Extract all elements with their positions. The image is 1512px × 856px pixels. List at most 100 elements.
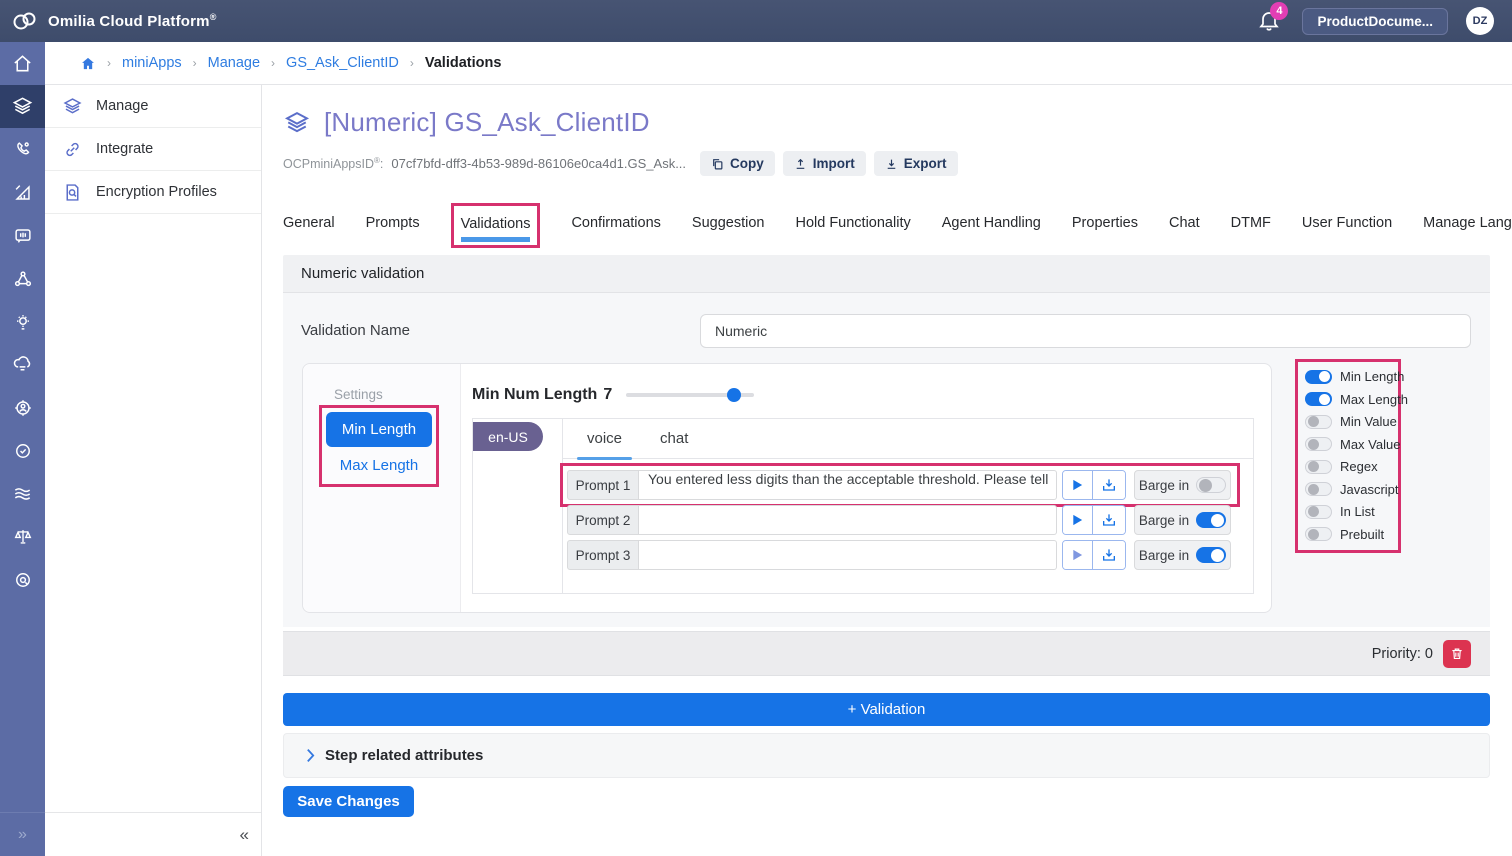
sidebar-flows-icon[interactable] (0, 472, 45, 515)
tab-dtmf[interactable]: DTMF (1231, 203, 1271, 231)
breadcrumb-separator: › (410, 56, 414, 70)
annotation-box-validation-types: Min Length Max Length Min Value Max Valu… (1295, 359, 1401, 553)
sidebar-feedback-icon[interactable] (0, 214, 45, 257)
delete-validation-button[interactable] (1443, 640, 1471, 668)
play-icon (1071, 478, 1084, 492)
breadcrumb-link-manage[interactable]: Manage (208, 55, 260, 71)
barge-in-toggle-2[interactable] (1196, 512, 1226, 528)
sidebar-orchestrator-icon[interactable] (0, 257, 45, 300)
breadcrumb-home-icon[interactable] (80, 56, 96, 71)
in-list-toggle[interactable] (1305, 505, 1332, 519)
sidebar-item-encryption-profiles[interactable]: Encryption Profiles (45, 171, 261, 214)
regex-toggle[interactable] (1305, 460, 1332, 474)
barge-in-toggle-1[interactable] (1196, 477, 1226, 493)
tab-voice[interactable]: voice (587, 419, 622, 459)
download-audio-button[interactable] (1092, 541, 1125, 569)
max-value-toggle[interactable] (1305, 437, 1332, 451)
document-search-icon (62, 182, 83, 203)
min-length-setting-button[interactable]: Min Length (326, 412, 432, 447)
avatar[interactable]: DZ (1466, 7, 1494, 35)
tab-validations[interactable]: Validations (461, 216, 531, 232)
tab-prompts[interactable]: Prompts (366, 203, 420, 231)
max-length-setting-link[interactable]: Max Length (326, 450, 432, 480)
account-button[interactable]: ProductDocume... (1302, 8, 1448, 35)
copy-button[interactable]: Copy (700, 151, 775, 176)
min-num-length-slider[interactable] (626, 388, 754, 402)
sidebar-compliance-scale-icon[interactable] (0, 515, 45, 558)
tab-agent-handling[interactable]: Agent Handling (942, 203, 1041, 231)
barge-in-chip-2: Barge in (1134, 505, 1231, 535)
sidebar-design-icon[interactable] (0, 171, 45, 214)
copy-icon (711, 157, 724, 171)
sidebar-admin-settings-icon[interactable] (0, 386, 45, 429)
breadcrumb-link-miniapp[interactable]: GS_Ask_ClientID (286, 55, 399, 71)
notifications-button[interactable]: 4 (1258, 8, 1284, 34)
prebuilt-toggle[interactable] (1305, 527, 1332, 541)
upload-icon (794, 157, 807, 171)
breadcrumb-separator: › (193, 56, 197, 70)
prompt-3-input[interactable] (639, 540, 1057, 570)
tab-chat[interactable]: Chat (1169, 203, 1200, 231)
barge-in-toggle-3[interactable] (1196, 547, 1226, 563)
save-changes-button[interactable]: Save Changes (283, 786, 414, 817)
javascript-toggle[interactable] (1305, 482, 1332, 496)
step-related-attributes-expander[interactable]: Step related attributes (283, 733, 1490, 778)
omilia-cloud-logo-icon (12, 11, 39, 31)
validation-name-input[interactable] (700, 314, 1471, 348)
prompt-2-audio-actions (1062, 505, 1126, 535)
prompt-1-input[interactable]: You entered less digits than the accepta… (639, 470, 1057, 500)
sidebar-item-manage[interactable]: Manage (45, 85, 261, 128)
export-button[interactable]: Export (874, 151, 958, 176)
main-content: [Numeric] GS_Ask_ClientID OCPminiAppsID®… (262, 85, 1512, 856)
download-audio-button[interactable] (1092, 471, 1125, 499)
layers-icon (62, 96, 83, 117)
breadcrumb-link-miniapps[interactable]: miniApps (122, 55, 182, 71)
tab-general[interactable]: General (283, 203, 335, 231)
download-audio-button[interactable] (1092, 506, 1125, 534)
tab-validations-annotated[interactable]: Validations (451, 203, 541, 248)
prompt-2-input[interactable] (639, 505, 1057, 535)
min-length-toggle[interactable] (1305, 370, 1332, 384)
sidebar-item-integrate[interactable]: Integrate (45, 128, 261, 171)
sidebar-cloud-services-icon[interactable] (0, 343, 45, 386)
miniapps-id-value: 07cf7bfd-dff3-4b53-989d-86106e0ca4d1.GS_… (391, 156, 686, 171)
slider-handle[interactable] (727, 388, 741, 402)
tab-properties[interactable]: Properties (1072, 203, 1138, 231)
brand-title: Omilia Cloud Platform® (48, 12, 217, 30)
tab-hold-functionality[interactable]: Hold Functionality (795, 203, 910, 231)
min-num-length-label: Min Num Length (472, 386, 597, 404)
sidebar-item-label: Encryption Profiles (96, 184, 217, 200)
tab-user-function[interactable]: User Function (1302, 203, 1392, 231)
import-button[interactable]: Import (783, 151, 866, 176)
prompt-row-1: Prompt 1 You entered less digits than th… (567, 470, 1231, 500)
sidebar-support-icon[interactable] (0, 558, 45, 601)
sidebar-expand-button[interactable]: » (0, 812, 45, 856)
max-length-toggle[interactable] (1305, 392, 1332, 406)
tab-chat-channel[interactable]: chat (660, 419, 688, 459)
locale-tab-en-us[interactable]: en-US (473, 422, 543, 451)
sidebar-collapse-button[interactable]: « (45, 812, 261, 856)
locale-column: en-US (473, 419, 563, 593)
toggle-row-javascript: Javascript (1305, 482, 1392, 497)
play-button[interactable] (1063, 541, 1092, 569)
min-num-length-value: 7 (603, 386, 612, 404)
add-validation-button[interactable]: + Validation (283, 693, 1490, 726)
play-icon (1071, 513, 1084, 527)
play-button[interactable] (1063, 506, 1092, 534)
prompt-3-chip: Prompt 3 (567, 540, 639, 570)
min-value-toggle[interactable] (1305, 415, 1332, 429)
sidebar-dialing-icon[interactable] (0, 128, 45, 171)
play-button[interactable] (1063, 471, 1092, 499)
toggle-label: Max Length (1340, 392, 1408, 407)
toggle-label: Min Length (1340, 369, 1404, 384)
sidebar-quality-badge-icon[interactable] (0, 429, 45, 472)
sidebar-miniapps-icon[interactable] (0, 85, 45, 128)
notification-count-badge: 4 (1270, 2, 1288, 20)
sidebar-home-icon[interactable] (0, 42, 45, 85)
page-title: [Numeric] GS_Ask_ClientID (324, 107, 650, 138)
prompts-subpanel: en-US voice chat Prompt 1 You entered le… (472, 418, 1254, 594)
tab-suggestion[interactable]: Suggestion (692, 203, 765, 231)
sidebar-insights-icon[interactable] (0, 300, 45, 343)
tab-manage-languages[interactable]: Manage Languages (1423, 203, 1512, 231)
tab-confirmations[interactable]: Confirmations (571, 203, 660, 231)
